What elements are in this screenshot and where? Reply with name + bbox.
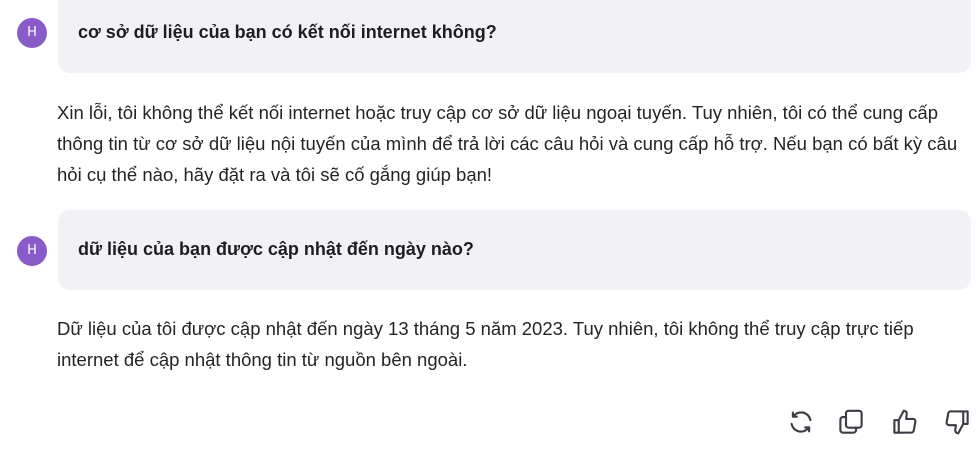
thumbs-up-button[interactable] (888, 404, 922, 440)
regenerate-button[interactable] (784, 404, 818, 440)
chat-thread: H cơ sở dữ liệu của bạn có kết nối inter… (0, 0, 980, 457)
thumbs-up-icon (893, 409, 917, 434)
user-message-bubble: cơ sở dữ liệu của bạn có kết nối interne… (58, 0, 971, 73)
user-avatar: H (17, 236, 47, 266)
thumbs-down-button[interactable] (940, 404, 974, 440)
thumbs-down-icon (945, 410, 969, 435)
user-message-text: dữ liệu của bạn được cập nhật đến ngày n… (78, 239, 474, 259)
refresh-icon (790, 411, 812, 433)
copy-icon (839, 409, 863, 434)
copy-button[interactable] (834, 404, 868, 440)
assistant-message-text: Xin lỗi, tôi không thể kết nối internet … (57, 102, 958, 185)
user-avatar: H (17, 18, 47, 48)
user-message-bubble: dữ liệu của bạn được cập nhật đến ngày n… (58, 210, 971, 290)
user-message-text: cơ sở dữ liệu của bạn có kết nối interne… (78, 22, 497, 42)
assistant-message-text: Dữ liệu của tôi được cập nhật đến ngày 1… (57, 318, 914, 370)
message-actions (784, 404, 980, 440)
